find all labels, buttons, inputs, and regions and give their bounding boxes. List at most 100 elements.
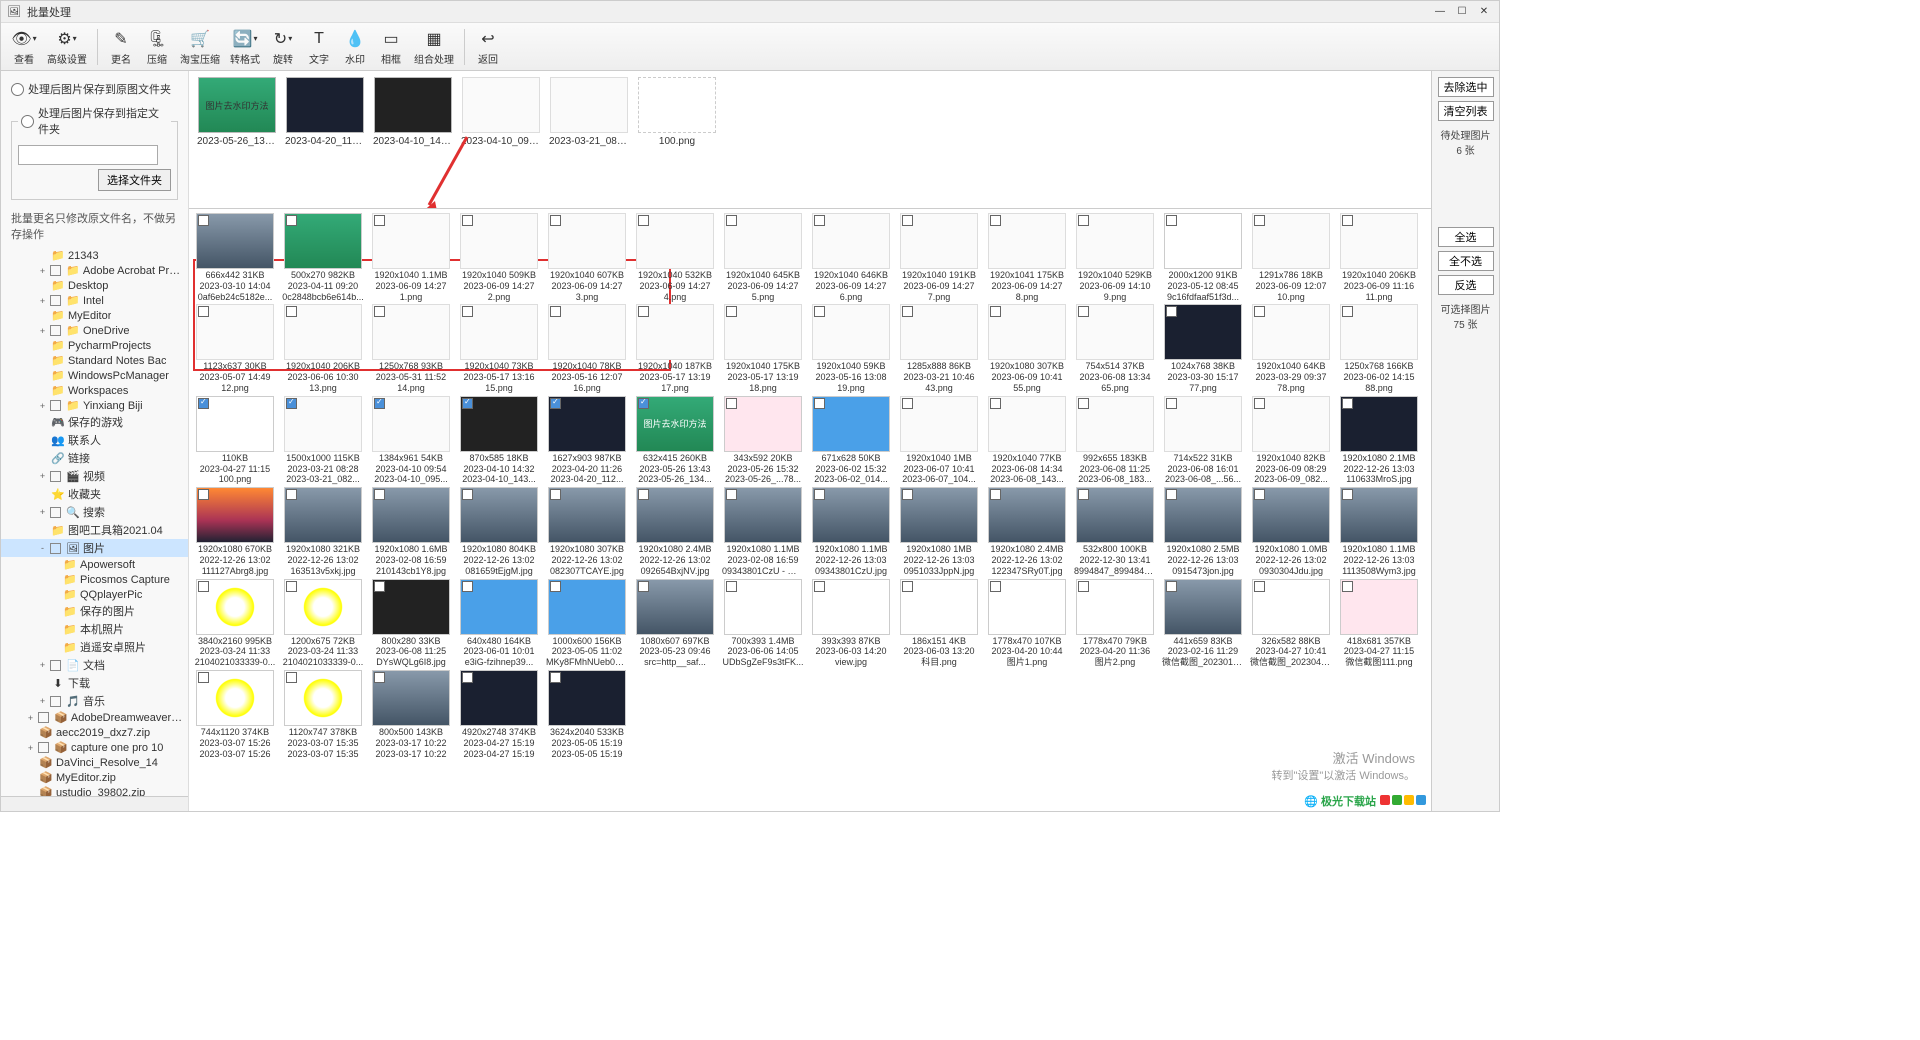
tree-checkbox[interactable]	[50, 660, 61, 671]
grid-item[interactable]: 714x522 31KB2023-06-08 16:012023-06-08_.…	[1161, 396, 1245, 485]
save-original-radio[interactable]: 处理后图片保存到原图文件夹	[11, 81, 178, 97]
grid-item[interactable]: 754x514 37KB2023-06-08 13:3465.png	[1073, 304, 1157, 393]
tree-item[interactable]: 📁21343	[1, 248, 188, 263]
grid-item[interactable]: 1291x786 18KB2023-06-09 12:0710.png	[1249, 213, 1333, 302]
grid-item[interactable]: 1920x1040 646KB2023-06-09 14:276.png	[809, 213, 893, 302]
tree-checkbox[interactable]	[50, 543, 61, 554]
tree-checkbox[interactable]	[50, 507, 61, 518]
item-checkbox[interactable]	[198, 306, 209, 317]
tree-item[interactable]: 📁逍遥安卓照片	[1, 638, 188, 656]
tree-item[interactable]: 📦aecc2019_dxz7.zip	[1, 725, 188, 740]
grid-item[interactable]: 1920x1040 82KB2023-06-09 08:292023-06-09…	[1249, 396, 1333, 485]
grid-item[interactable]: 1920x1080 1MB2022-12-26 13:030951033JppN…	[897, 487, 981, 576]
item-checkbox[interactable]	[990, 215, 1001, 226]
grid-item[interactable]: 1920x1040 77KB2023-06-08 14:342023-06-08…	[985, 396, 1069, 485]
item-checkbox[interactable]	[1166, 306, 1177, 317]
grid-item[interactable]: 186x151 4KB2023-06-03 13:20科目.png	[897, 579, 981, 668]
grid-item[interactable]: 1000x600 156KB2023-05-05 11:02MKy8FMhNUe…	[545, 579, 629, 668]
tree-item[interactable]: +📁Adobe Acrobat Pro D	[1, 263, 188, 278]
item-checkbox[interactable]	[1342, 489, 1353, 500]
tree-item[interactable]: +📦capture one pro 10	[1, 740, 188, 755]
expand-icon[interactable]: +	[25, 743, 36, 753]
tree-item[interactable]: +🔍搜索	[1, 503, 188, 521]
item-checkbox[interactable]	[374, 672, 385, 683]
item-checkbox[interactable]	[990, 489, 1001, 500]
item-checkbox[interactable]	[198, 215, 209, 226]
grid-item[interactable]: 1920x1040 73KB2023-05-17 13:1615.png	[457, 304, 541, 393]
select-invert-button[interactable]: 反选	[1438, 275, 1494, 295]
tree-item[interactable]: +📁Intel	[1, 293, 188, 308]
item-checkbox[interactable]	[1078, 306, 1089, 317]
item-checkbox[interactable]	[1078, 215, 1089, 226]
grid-item[interactable]: 500x270 982KB2023-04-11 09:200c2848bcb6e…	[281, 213, 365, 302]
tool-组合处理[interactable]: ▦组合处理	[410, 25, 458, 69]
tree-item[interactable]: 📁图吧工具箱2021.04	[1, 521, 188, 539]
staging-item[interactable]: 2023-04-10_143...	[371, 77, 455, 147]
grid-item[interactable]: 1920x1040 1.1MB2023-06-09 14:271.png	[369, 213, 453, 302]
item-checkbox[interactable]	[726, 489, 737, 500]
expand-icon[interactable]: +	[37, 326, 48, 336]
grid-item[interactable]: 1920x1040 64KB2023-03-29 09:3778.png	[1249, 304, 1333, 393]
item-checkbox[interactable]	[1078, 489, 1089, 500]
item-checkbox[interactable]	[814, 215, 825, 226]
item-checkbox[interactable]	[990, 306, 1001, 317]
expand-icon[interactable]: +	[37, 296, 48, 306]
item-checkbox[interactable]	[726, 398, 737, 409]
tool-旋转[interactable]: ↻▾旋转	[266, 25, 300, 69]
grid-item[interactable]: 1920x1080 307KB2023-06-09 10:4155.png	[985, 304, 1069, 393]
item-checkbox[interactable]	[1254, 489, 1265, 500]
grid-item[interactable]: 1920x1080 1.1MB2022-12-26 13:0309343801C…	[809, 487, 893, 576]
tree-checkbox[interactable]	[38, 712, 49, 723]
item-checkbox[interactable]	[814, 489, 825, 500]
item-checkbox[interactable]	[198, 398, 209, 409]
expand-icon[interactable]: +	[37, 507, 48, 517]
item-checkbox[interactable]	[374, 581, 385, 592]
tree-item[interactable]: 📦MyEditor.zip	[1, 770, 188, 785]
tree-item[interactable]: 👥联系人	[1, 431, 188, 449]
tool-水印[interactable]: 💧水印	[338, 25, 372, 69]
item-checkbox[interactable]	[814, 581, 825, 592]
grid-item[interactable]: 343x592 20KB2023-05-26 15:322023-05-26_.…	[721, 396, 805, 485]
tool-淘宝压缩[interactable]: 🛒淘宝压缩	[176, 25, 224, 69]
grid-item[interactable]: 1920x1040 175KB2023-05-17 13:1918.png	[721, 304, 805, 393]
tree-checkbox[interactable]	[50, 295, 61, 306]
item-checkbox[interactable]	[1342, 306, 1353, 317]
grid-item[interactable]: 1920x1080 2.1MB2022-12-26 13:03110633Mro…	[1337, 396, 1421, 485]
item-checkbox[interactable]	[550, 398, 561, 409]
tree-item[interactable]: -🖼图片	[1, 539, 188, 557]
maximize-icon[interactable]: ☐	[1453, 5, 1471, 19]
item-checkbox[interactable]	[550, 581, 561, 592]
grid-item[interactable]: 1920x1040 78KB2023-05-16 12:0716.png	[545, 304, 629, 393]
expand-icon[interactable]: +	[37, 266, 48, 276]
tool-高级设置[interactable]: ⚙▾高级设置	[43, 25, 91, 69]
grid-item[interactable]: 1920x1080 670KB2022-12-26 13:02111127Abr…	[193, 487, 277, 576]
item-checkbox[interactable]	[286, 672, 297, 683]
grid-item[interactable]: 1920x1040 59KB2023-05-16 13:0819.png	[809, 304, 893, 393]
grid-item[interactable]: 1384x961 54KB2023-04-10 09:542023-04-10_…	[369, 396, 453, 485]
tree-item[interactable]: 📁Workspaces	[1, 383, 188, 398]
grid-item[interactable]: 1627x903 987KB2023-04-20 11:262023-04-20…	[545, 396, 629, 485]
item-checkbox[interactable]	[902, 215, 913, 226]
tree-item[interactable]: 📁Desktop	[1, 278, 188, 293]
grid-item[interactable]: 1778x470 107KB2023-04-20 10:44图片1.png	[985, 579, 1069, 668]
grid-item[interactable]: 1920x1040 532KB2023-06-09 14:274.png	[633, 213, 717, 302]
grid-item[interactable]: 992x655 183KB2023-06-08 11:252023-06-08_…	[1073, 396, 1157, 485]
tree-item[interactable]: 📁Picosmos Capture	[1, 572, 188, 587]
grid-item[interactable]: 3624x2040 533KB2023-05-05 15:192023-05-0…	[545, 670, 629, 759]
item-checkbox[interactable]	[1166, 581, 1177, 592]
tree-item[interactable]: 📦DaVinci_Resolve_14	[1, 755, 188, 770]
clear-list-button[interactable]: 清空列表	[1438, 101, 1494, 121]
grid-item[interactable]: 1250x768 93KB2023-05-31 11:5214.png	[369, 304, 453, 393]
grid-item[interactable]: 3840x2160 995KB2023-03-24 11:33210402103…	[193, 579, 277, 668]
tool-压缩[interactable]: 🗜压缩	[140, 25, 174, 69]
tree-item[interactable]: +🎬视频	[1, 467, 188, 485]
item-checkbox[interactable]	[1254, 398, 1265, 409]
tree-checkbox[interactable]	[50, 265, 61, 276]
item-checkbox[interactable]	[638, 398, 649, 409]
tool-转格式[interactable]: 🔄▾转格式	[226, 25, 264, 69]
staging-item[interactable]: 2023-04-20_112...	[283, 77, 367, 147]
item-checkbox[interactable]	[462, 398, 473, 409]
tree-checkbox[interactable]	[50, 400, 61, 411]
item-checkbox[interactable]	[1166, 489, 1177, 500]
tree-item[interactable]: 📁Standard Notes Bac	[1, 353, 188, 368]
